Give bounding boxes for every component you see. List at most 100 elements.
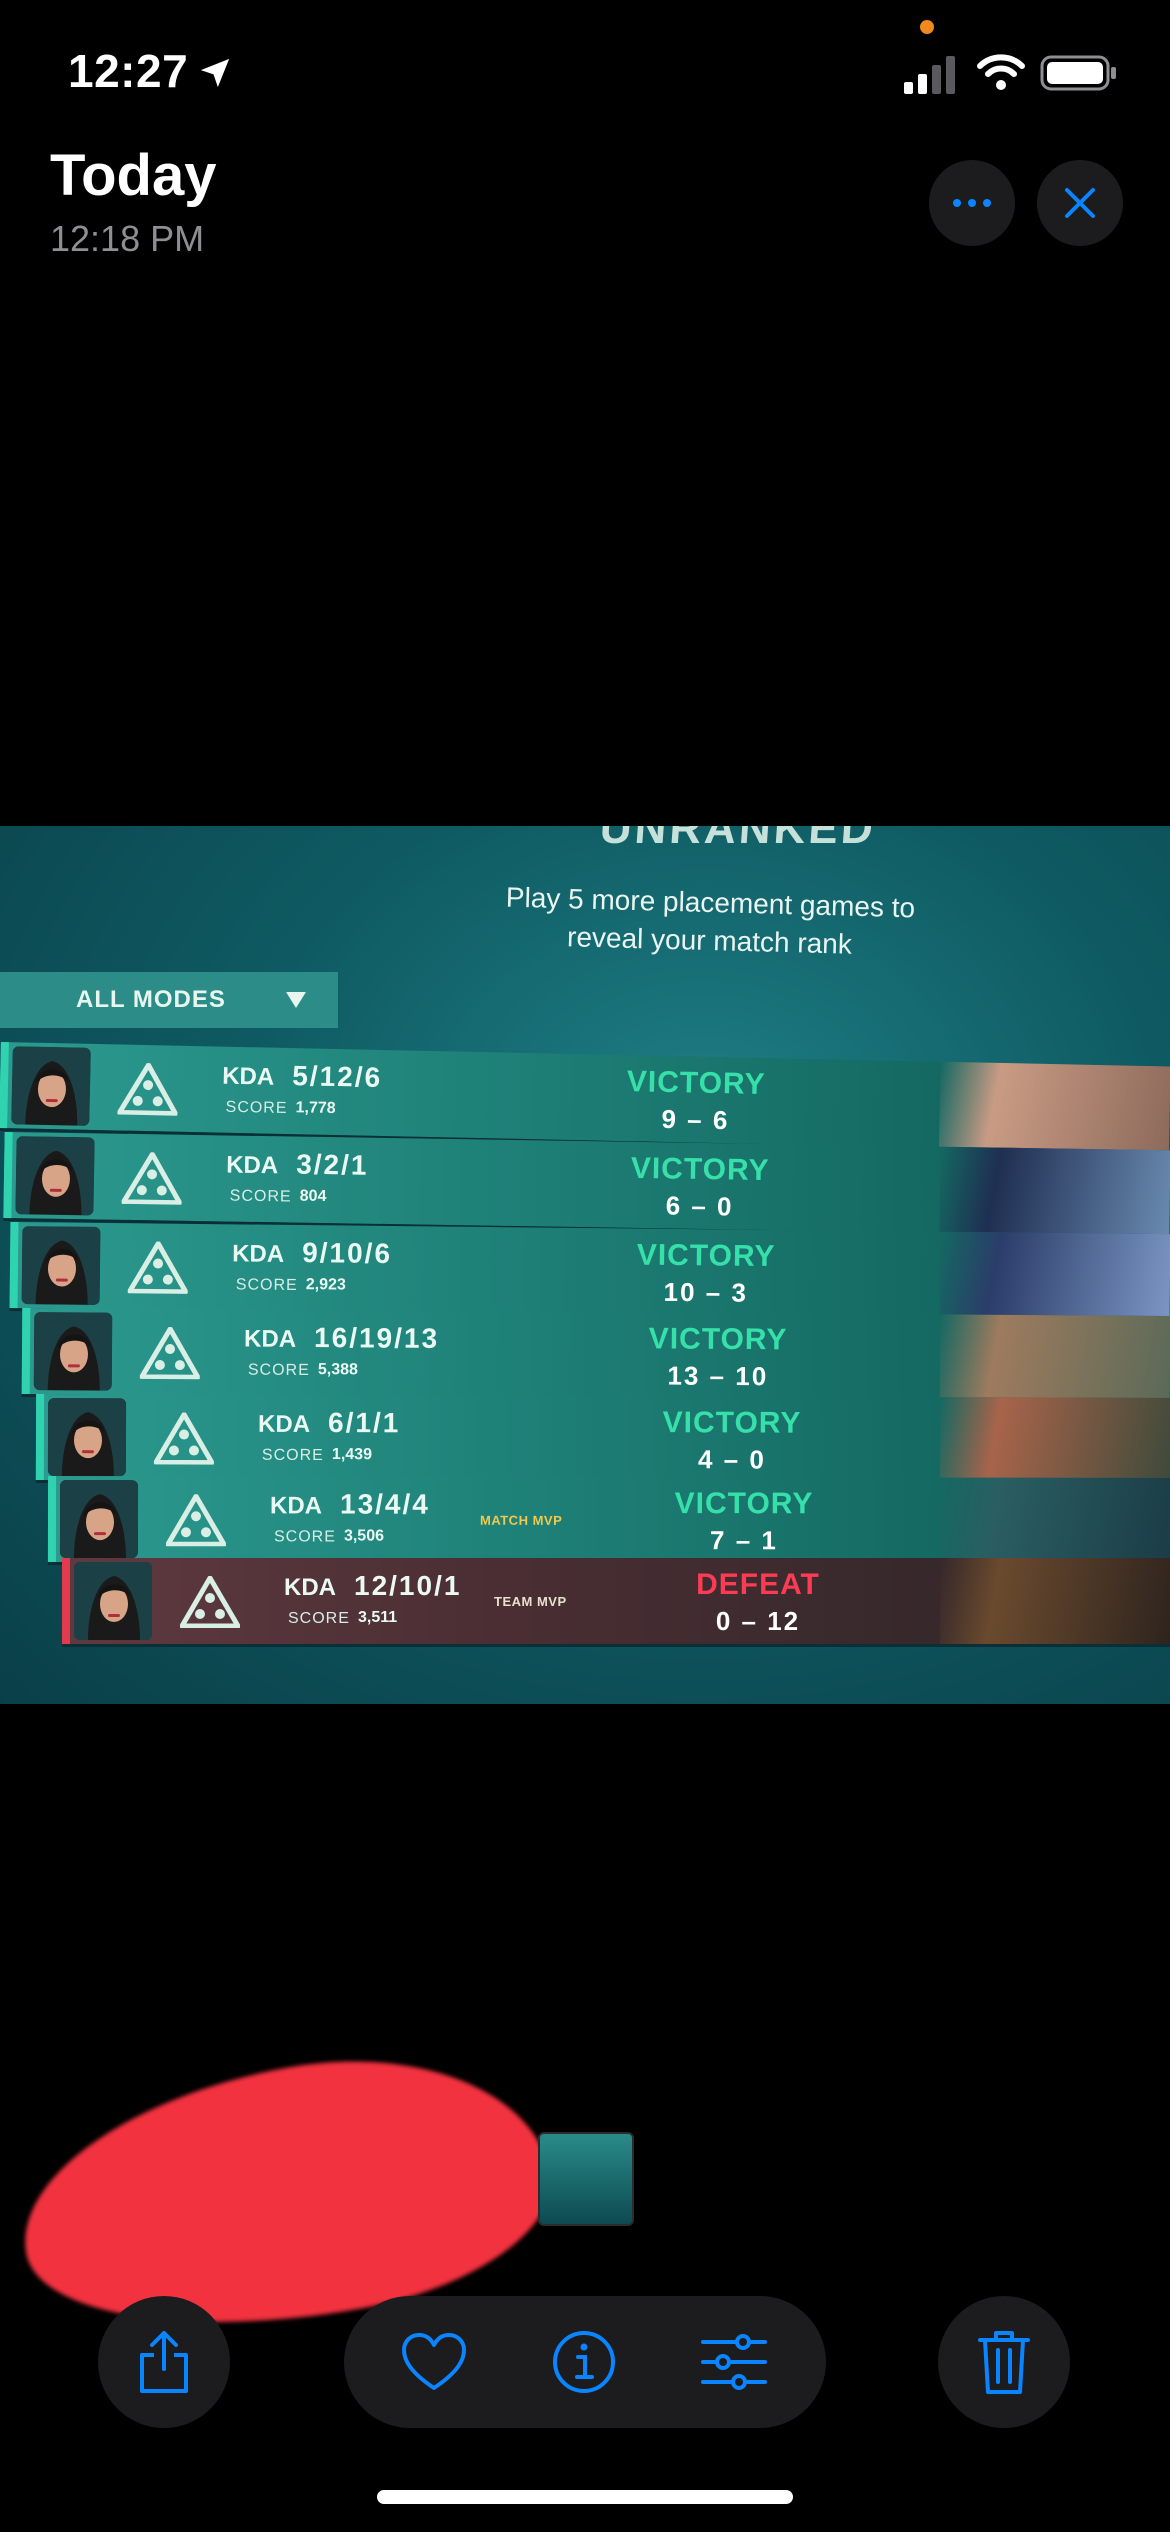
score-label: SCORE [229, 1187, 292, 1206]
agent-portrait [15, 1136, 95, 1216]
photo-viewer-image[interactable]: UNRANKED Play 5 more placement games to … [0, 826, 1170, 1704]
wifi-icon [977, 54, 1025, 90]
edit-adjust-button[interactable] [694, 2322, 774, 2402]
agent-portrait [59, 1480, 139, 1559]
score-label: SCORE [288, 1610, 350, 1627]
photo-actions-bar [344, 2296, 826, 2428]
more-options-button[interactable] [929, 160, 1015, 246]
kda-label: KDA [225, 1151, 279, 1180]
match-row: KDA 12/10/1 SCORE 3,511 TEAM MVP DEFEAT 0 – 12 [62, 1558, 1170, 1647]
map-thumbnail [939, 1397, 1170, 1484]
photo-timestamp: 12:18 PM [50, 218, 205, 259]
kda-label: KDA [244, 1325, 297, 1353]
score-label: SCORE [261, 1446, 324, 1465]
result-accent-bar [9, 1222, 19, 1309]
match-row: KDA 13/4/4 SCORE 3,506 MATCH MVP VICTORY 7 – 1 [47, 1476, 1170, 1567]
map-thumbnail [939, 1146, 1170, 1237]
result-accent-bar [3, 1132, 13, 1219]
close-icon [1065, 188, 1095, 218]
cellular-signal-icon [904, 56, 955, 94]
mvp-badge: MATCH MVP [479, 1512, 563, 1528]
score-label: SCORE [235, 1276, 298, 1295]
home-indicator [377, 2490, 793, 2504]
kda-value: 5/12/6 [291, 1060, 383, 1093]
agent-portrait [33, 1312, 113, 1391]
result-accent-bar [47, 1476, 57, 1563]
kda-value: 12/10/1 [354, 1570, 462, 1601]
round-score: 0 – 12 [715, 1606, 801, 1636]
match-result: VICTORY [648, 1322, 788, 1357]
match-result: VICTORY [662, 1406, 802, 1440]
round-score: 10 – 3 [663, 1276, 749, 1308]
kda-label: KDA [270, 1492, 323, 1520]
unranked-rank-icon [117, 1062, 178, 1116]
mvp-badge: TEAM MVP [494, 1594, 567, 1609]
kda-value: 9/10/6 [301, 1237, 393, 1269]
unranked-rank-icon [180, 1576, 240, 1628]
round-score: 4 – 0 [697, 1444, 766, 1475]
unranked-rank-icon [165, 1494, 227, 1547]
info-icon [553, 2331, 615, 2393]
match-history-list: KDA 5/12/6 SCORE 1,778 VICTORY 9 – 6 KDA 3/2/1 S… [0, 826, 1170, 1704]
status-time: 12:27 [68, 45, 189, 97]
unranked-rank-icon [153, 1412, 215, 1465]
match-result: DEFEAT [696, 1568, 820, 1601]
map-thumbnail [939, 1231, 1170, 1321]
battery-icon [1040, 55, 1116, 91]
score-value: 1,439 [331, 1446, 373, 1464]
kda-label: KDA [258, 1410, 311, 1438]
score-value: 804 [299, 1187, 327, 1206]
trash-icon [978, 2331, 1030, 2394]
info-button[interactable] [544, 2322, 624, 2402]
score-label: SCORE [225, 1098, 288, 1118]
close-button[interactable] [1037, 160, 1123, 246]
result-accent-bar [35, 1394, 45, 1481]
unranked-rank-icon [139, 1326, 201, 1380]
adjust-icon [701, 2334, 767, 2390]
map-thumbnail [938, 1061, 1170, 1153]
score-label: SCORE [273, 1528, 336, 1546]
kda-value: 13/4/4 [340, 1488, 430, 1520]
filmstrip-thumbnail[interactable] [538, 2132, 634, 2226]
match-row: KDA 6/1/1 SCORE 1,439 VICTORY 4 – 0 [35, 1394, 1170, 1487]
match-row: KDA 16/19/13 SCORE 5,388 VICTORY 13 – 10 [21, 1308, 1170, 1406]
page-title: Today [50, 143, 217, 208]
result-accent-bar [0, 1042, 9, 1129]
privacy-indicator-dot [920, 20, 934, 34]
match-row: KDA 9/10/6 SCORE 2,923 VICTORY 10 – 3 [9, 1222, 1170, 1324]
result-accent-bar [62, 1558, 70, 1644]
unranked-rank-icon [121, 1151, 183, 1205]
score-value: 2,923 [305, 1276, 346, 1294]
kda-value: 6/1/1 [328, 1407, 401, 1439]
map-thumbnail [939, 1477, 1170, 1564]
map-thumbnail [939, 1314, 1170, 1403]
share-button[interactable] [98, 2296, 230, 2428]
delete-button[interactable] [938, 2296, 1070, 2428]
kda-value: 16/19/13 [314, 1322, 440, 1354]
round-score: 7 – 1 [710, 1525, 778, 1556]
match-result: VICTORY [674, 1487, 814, 1521]
heart-icon [402, 2333, 466, 2390]
map-thumbnail [940, 1558, 1170, 1644]
result-accent-bar [21, 1308, 31, 1395]
round-score: 9 – 6 [661, 1103, 730, 1136]
share-icon [140, 2331, 188, 2393]
ellipsis-icon [953, 199, 991, 207]
match-result: VICTORY [636, 1238, 776, 1274]
round-score: 13 – 10 [667, 1360, 769, 1392]
kda-label: KDA [221, 1062, 275, 1091]
kda-label: KDA [232, 1240, 285, 1268]
kda-label: KDA [284, 1574, 336, 1601]
score-value: 5,388 [317, 1361, 358, 1379]
score-value: 1,778 [295, 1099, 336, 1118]
location-arrow-icon [200, 58, 230, 88]
round-score: 6 – 0 [665, 1190, 734, 1222]
score-label: SCORE [247, 1361, 310, 1380]
agent-portrait [74, 1562, 152, 1640]
agent-portrait [21, 1226, 101, 1305]
score-value: 3,511 [358, 1609, 398, 1626]
match-result: VICTORY [626, 1065, 766, 1102]
score-value: 3,506 [343, 1527, 385, 1545]
agent-portrait [11, 1046, 91, 1126]
favorite-button[interactable] [394, 2322, 474, 2402]
